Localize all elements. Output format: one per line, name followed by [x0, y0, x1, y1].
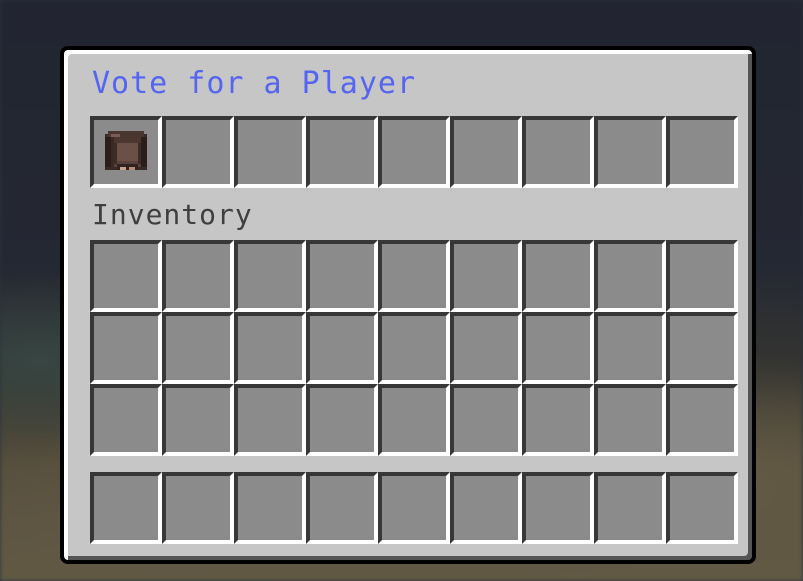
inventory-slot[interactable] [162, 312, 234, 384]
inventory-slot[interactable] [522, 240, 594, 312]
inventory-label: Inventory [92, 198, 253, 231]
inventory-slot[interactable] [162, 384, 234, 456]
inventory-slot[interactable] [234, 384, 306, 456]
inventory-slot[interactable] [450, 312, 522, 384]
inventory-slot[interactable] [666, 240, 738, 312]
inventory-slot[interactable] [378, 240, 450, 312]
inventory-slot[interactable] [450, 384, 522, 456]
vote-slot[interactable] [378, 116, 450, 188]
inventory-slot[interactable] [594, 312, 666, 384]
inventory-slot[interactable] [306, 384, 378, 456]
vote-slot[interactable] [450, 116, 522, 188]
hotbar-slot[interactable] [594, 472, 666, 544]
vote-slot-player-head[interactable] [90, 116, 162, 188]
vote-slot[interactable] [162, 116, 234, 188]
vote-slots-row [90, 116, 738, 188]
inventory-slot[interactable] [594, 384, 666, 456]
hotbar-slot[interactable] [450, 472, 522, 544]
inventory-slot[interactable] [234, 312, 306, 384]
inventory-slot[interactable] [234, 240, 306, 312]
hotbar-slot[interactable] [234, 472, 306, 544]
inventory-slot[interactable] [594, 240, 666, 312]
inventory-slot[interactable] [378, 384, 450, 456]
inventory-slot[interactable] [90, 384, 162, 456]
vote-slot[interactable] [234, 116, 306, 188]
hotbar-slot[interactable] [90, 472, 162, 544]
hotbar-slot[interactable] [306, 472, 378, 544]
inventory-slot[interactable] [90, 312, 162, 384]
inventory-slot[interactable] [666, 312, 738, 384]
inventory-slot[interactable] [306, 240, 378, 312]
inventory-slot[interactable] [90, 240, 162, 312]
hotbar-slot[interactable] [378, 472, 450, 544]
inventory-slot[interactable] [306, 312, 378, 384]
inventory-slot[interactable] [522, 384, 594, 456]
inventory-slot[interactable] [450, 240, 522, 312]
inventory-slot[interactable] [162, 240, 234, 312]
player-head-icon [105, 131, 147, 170]
inventory-slot[interactable] [666, 384, 738, 456]
vote-menu-window: Vote for a Player Inventory [60, 46, 756, 564]
inventory-grid [90, 240, 738, 456]
hotbar-slot[interactable] [162, 472, 234, 544]
vote-slot[interactable] [594, 116, 666, 188]
vote-slot[interactable] [306, 116, 378, 188]
window-title: Vote for a Player [92, 66, 417, 101]
vote-slot[interactable] [522, 116, 594, 188]
inventory-slot[interactable] [378, 312, 450, 384]
hotbar-slot[interactable] [666, 472, 738, 544]
hotbar-grid [90, 472, 738, 544]
hotbar-slot[interactable] [522, 472, 594, 544]
vote-slot[interactable] [666, 116, 738, 188]
inventory-slot[interactable] [522, 312, 594, 384]
